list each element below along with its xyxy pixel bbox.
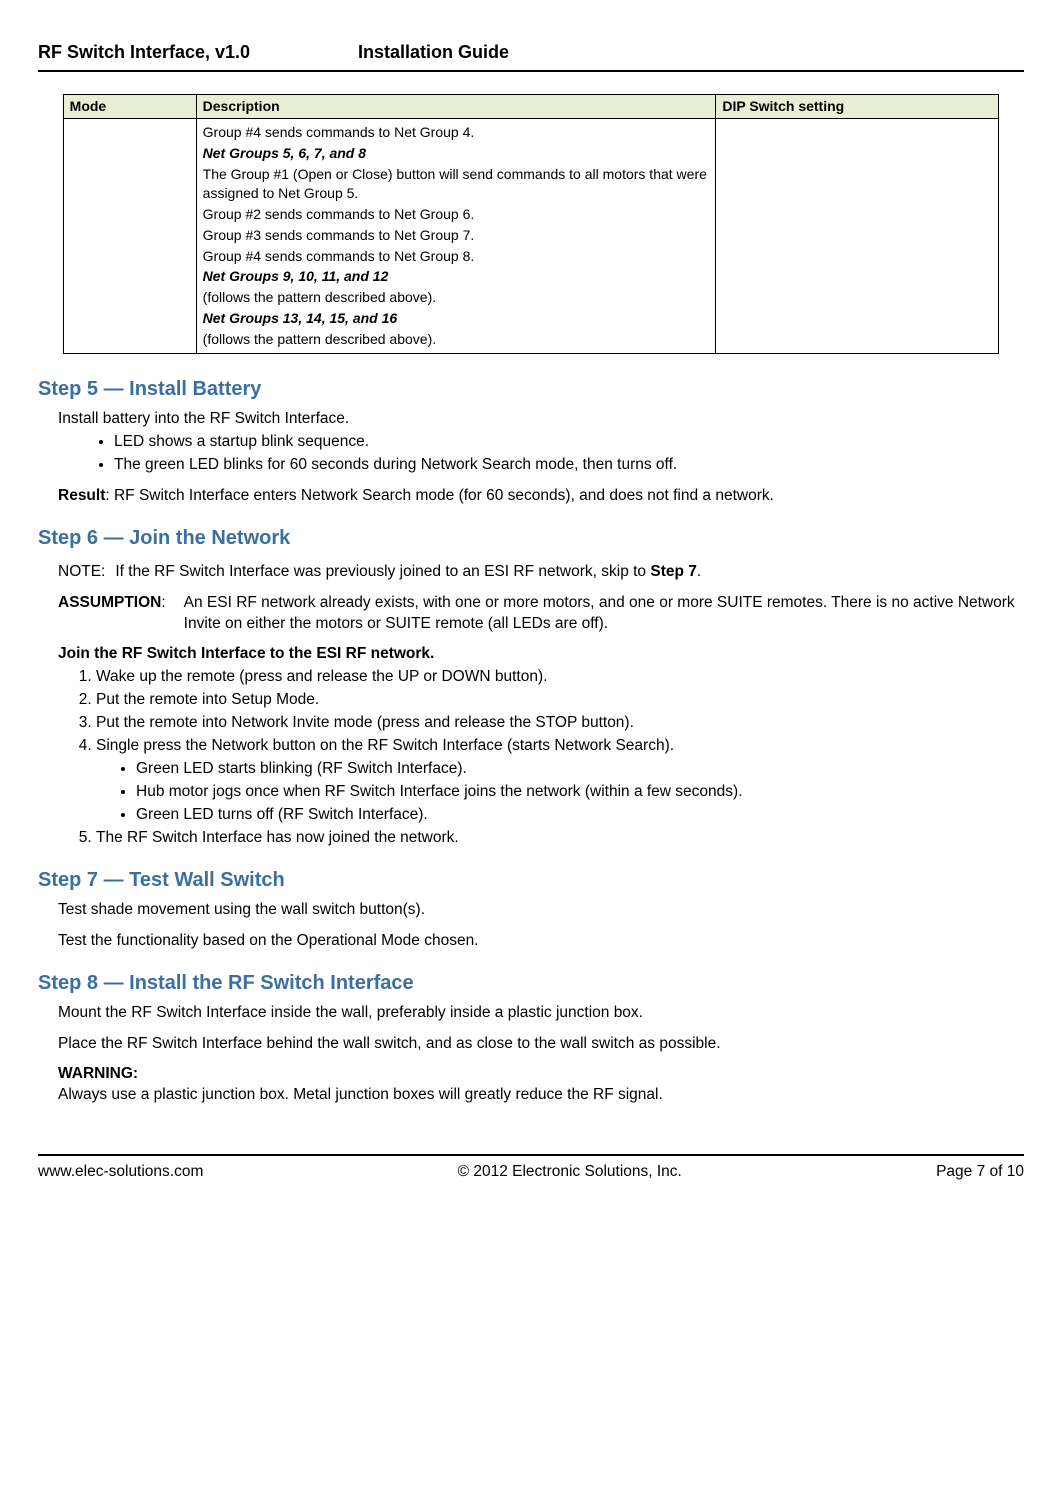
header-doc-type: Installation Guide (358, 40, 509, 64)
step5-result: Result: RF Switch Interface enters Netwo… (58, 486, 1024, 507)
desc-line: (follows the pattern described above). (203, 330, 710, 349)
header-product: RF Switch Interface, v1.0 (38, 40, 358, 64)
note-bold: Step 7 (650, 563, 697, 580)
assumption-text: An ESI RF network already exists, with o… (184, 593, 1024, 635)
desc-subhead: Net Groups 13, 14, 15, and 16 (203, 309, 710, 328)
page-header: RF Switch Interface, v1.0 Installation G… (38, 40, 1024, 64)
table-header-row: Mode Description DIP Switch setting (63, 95, 999, 119)
desc-line: Group #4 sends commands to Net Group 4. (203, 123, 710, 142)
step5-bullets: LED shows a startup blink sequence. The … (114, 432, 1024, 476)
list-item: Put the remote into Network Invite mode … (96, 713, 1024, 734)
desc-line: Group #4 sends commands to Net Group 8. (203, 247, 710, 266)
cell-dip-setting (716, 119, 999, 354)
assumption-label: ASSUMPTION (58, 594, 161, 611)
step8-p1: Mount the RF Switch Interface inside the… (58, 1003, 1024, 1024)
footer-rule (38, 1154, 1024, 1156)
desc-line: The Group #1 (Open or Close) button will… (203, 165, 710, 203)
note-label: NOTE: (58, 562, 105, 583)
cell-mode (63, 119, 196, 354)
result-text: : RF Switch Interface enters Network Sea… (105, 487, 774, 504)
th-mode: Mode (63, 95, 196, 119)
step7-p1: Test shade movement using the wall switc… (58, 900, 1024, 921)
warning-text: Always use a plastic junction box. Metal… (58, 1085, 1024, 1106)
footer-left: www.elec-solutions.com (38, 1162, 203, 1183)
table-row: Group #4 sends commands to Net Group 4. … (63, 119, 999, 354)
step8-body: Mount the RF Switch Interface inside the… (58, 1003, 1024, 1107)
step6-heading: Step 6 — Join the Network (38, 525, 1024, 552)
step7-p2: Test the functionality based on the Oper… (58, 931, 1024, 952)
list-item: Hub motor jogs once when RF Switch Inter… (136, 782, 1024, 803)
step6-body: NOTE: If the RF Switch Interface was pre… (58, 562, 1024, 849)
list-item: LED shows a startup blink sequence. (114, 432, 1024, 453)
warning-label: WARNING: (58, 1064, 1024, 1085)
page-footer: www.elec-solutions.com © 2012 Electronic… (38, 1162, 1024, 1183)
result-label: Result (58, 487, 105, 504)
note-text: If the RF Switch Interface was previousl… (115, 562, 701, 583)
desc-line: (follows the pattern described above). (203, 288, 710, 307)
note-text-post: . (697, 563, 701, 580)
list-item: Green LED starts blinking (RF Switch Int… (136, 759, 1024, 780)
join-heading: Join the RF Switch Interface to the ESI … (58, 644, 1024, 665)
step6-note: NOTE: If the RF Switch Interface was pre… (58, 562, 1024, 583)
step8-p2: Place the RF Switch Interface behind the… (58, 1034, 1024, 1055)
step6-assumption: ASSUMPTION: An ESI RF network already ex… (58, 593, 1024, 635)
step8-warning: WARNING: Always use a plastic junction b… (58, 1064, 1024, 1106)
footer-right: Page 7 of 10 (936, 1162, 1024, 1183)
desc-subhead: Net Groups 9, 10, 11, and 12 (203, 267, 710, 286)
assumption-label-wrap: ASSUMPTION: (58, 593, 166, 635)
step7-heading: Step 7 — Test Wall Switch (38, 867, 1024, 894)
step5-heading: Step 5 — Install Battery (38, 376, 1024, 403)
step8-heading: Step 8 — Install the RF Switch Interface (38, 970, 1024, 997)
list-item: Wake up the remote (press and release th… (96, 667, 1024, 688)
desc-line: Group #2 sends commands to Net Group 6. (203, 205, 710, 224)
step5-intro: Install battery into the RF Switch Inter… (58, 409, 1024, 430)
join-steps: Wake up the remote (press and release th… (96, 667, 1024, 848)
list-item-text: Single press the Network button on the R… (96, 737, 674, 754)
dip-table: Mode Description DIP Switch setting Grou… (63, 94, 1000, 354)
list-item: Single press the Network button on the R… (96, 736, 1024, 826)
desc-line: Group #3 sends commands to Net Group 7. (203, 226, 710, 245)
th-dip-setting: DIP Switch setting (716, 95, 999, 119)
th-description: Description (196, 95, 716, 119)
join-sub-bullets: Green LED starts blinking (RF Switch Int… (136, 759, 1024, 826)
footer-center: © 2012 Electronic Solutions, Inc. (458, 1162, 682, 1183)
desc-subhead: Net Groups 5, 6, 7, and 8 (203, 144, 710, 163)
list-item: Green LED turns off (RF Switch Interface… (136, 805, 1024, 826)
step7-body: Test shade movement using the wall switc… (58, 900, 1024, 952)
list-item: The RF Switch Interface has now joined t… (96, 828, 1024, 849)
step5-body: Install battery into the RF Switch Inter… (58, 409, 1024, 507)
assumption-colon: : (161, 594, 165, 611)
header-rule (38, 70, 1024, 72)
note-text-pre: If the RF Switch Interface was previousl… (115, 563, 650, 580)
list-item: The green LED blinks for 60 seconds duri… (114, 455, 1024, 476)
list-item: Put the remote into Setup Mode. (96, 690, 1024, 711)
cell-description: Group #4 sends commands to Net Group 4. … (196, 119, 716, 354)
